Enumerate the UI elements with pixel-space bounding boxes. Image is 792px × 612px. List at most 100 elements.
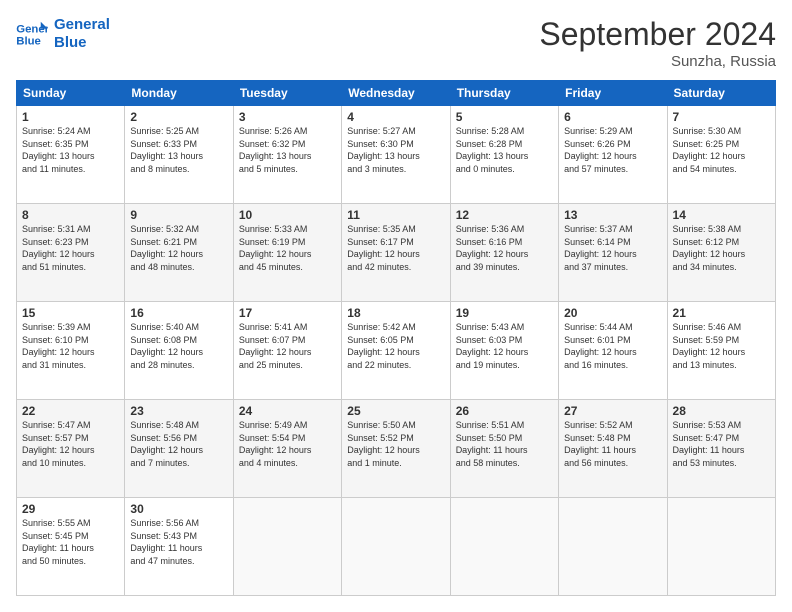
- day-info: Sunrise: 5:26 AMSunset: 6:32 PMDaylight:…: [239, 125, 336, 175]
- day-number: 12: [456, 208, 553, 222]
- day-number: 5: [456, 110, 553, 124]
- calendar-cell: 7Sunrise: 5:30 AMSunset: 6:25 PMDaylight…: [667, 106, 775, 204]
- day-number: 19: [456, 306, 553, 320]
- calendar-cell: 21Sunrise: 5:46 AMSunset: 5:59 PMDayligh…: [667, 302, 775, 400]
- calendar-week-row: 1Sunrise: 5:24 AMSunset: 6:35 PMDaylight…: [17, 106, 776, 204]
- calendar-cell: 29Sunrise: 5:55 AMSunset: 5:45 PMDayligh…: [17, 498, 125, 596]
- calendar-cell: 22Sunrise: 5:47 AMSunset: 5:57 PMDayligh…: [17, 400, 125, 498]
- col-saturday: Saturday: [667, 81, 775, 106]
- day-number: 18: [347, 306, 444, 320]
- logo-line2: Blue: [54, 34, 110, 52]
- calendar-cell: 30Sunrise: 5:56 AMSunset: 5:43 PMDayligh…: [125, 498, 233, 596]
- calendar-cell: 14Sunrise: 5:38 AMSunset: 6:12 PMDayligh…: [667, 204, 775, 302]
- day-info: Sunrise: 5:29 AMSunset: 6:26 PMDaylight:…: [564, 125, 661, 175]
- day-info: Sunrise: 5:27 AMSunset: 6:30 PMDaylight:…: [347, 125, 444, 175]
- calendar-cell: [342, 498, 450, 596]
- day-number: 27: [564, 404, 661, 418]
- day-number: 1: [22, 110, 119, 124]
- calendar-week-row: 29Sunrise: 5:55 AMSunset: 5:45 PMDayligh…: [17, 498, 776, 596]
- calendar-cell: [559, 498, 667, 596]
- calendar-cell: 17Sunrise: 5:41 AMSunset: 6:07 PMDayligh…: [233, 302, 341, 400]
- day-number: 6: [564, 110, 661, 124]
- day-info: Sunrise: 5:46 AMSunset: 5:59 PMDaylight:…: [673, 321, 770, 371]
- calendar-cell: 4Sunrise: 5:27 AMSunset: 6:30 PMDaylight…: [342, 106, 450, 204]
- calendar-cell: 16Sunrise: 5:40 AMSunset: 6:08 PMDayligh…: [125, 302, 233, 400]
- day-info: Sunrise: 5:28 AMSunset: 6:28 PMDaylight:…: [456, 125, 553, 175]
- calendar-table: Sunday Monday Tuesday Wednesday Thursday…: [16, 80, 776, 596]
- day-number: 15: [22, 306, 119, 320]
- day-number: 26: [456, 404, 553, 418]
- calendar-cell: 20Sunrise: 5:44 AMSunset: 6:01 PMDayligh…: [559, 302, 667, 400]
- calendar-cell: 23Sunrise: 5:48 AMSunset: 5:56 PMDayligh…: [125, 400, 233, 498]
- day-info: Sunrise: 5:41 AMSunset: 6:07 PMDaylight:…: [239, 321, 336, 371]
- calendar-cell: 8Sunrise: 5:31 AMSunset: 6:23 PMDaylight…: [17, 204, 125, 302]
- day-info: Sunrise: 5:31 AMSunset: 6:23 PMDaylight:…: [22, 223, 119, 273]
- day-number: 29: [22, 502, 119, 516]
- day-info: Sunrise: 5:39 AMSunset: 6:10 PMDaylight:…: [22, 321, 119, 371]
- day-number: 7: [673, 110, 770, 124]
- calendar-cell: 25Sunrise: 5:50 AMSunset: 5:52 PMDayligh…: [342, 400, 450, 498]
- calendar-cell: 28Sunrise: 5:53 AMSunset: 5:47 PMDayligh…: [667, 400, 775, 498]
- day-info: Sunrise: 5:50 AMSunset: 5:52 PMDaylight:…: [347, 419, 444, 469]
- calendar-cell: 2Sunrise: 5:25 AMSunset: 6:33 PMDaylight…: [125, 106, 233, 204]
- day-number: 24: [239, 404, 336, 418]
- col-monday: Monday: [125, 81, 233, 106]
- day-info: Sunrise: 5:38 AMSunset: 6:12 PMDaylight:…: [673, 223, 770, 273]
- svg-text:Blue: Blue: [16, 36, 41, 48]
- calendar-cell: [233, 498, 341, 596]
- col-tuesday: Tuesday: [233, 81, 341, 106]
- calendar-cell: 26Sunrise: 5:51 AMSunset: 5:50 PMDayligh…: [450, 400, 558, 498]
- day-info: Sunrise: 5:43 AMSunset: 6:03 PMDaylight:…: [456, 321, 553, 371]
- col-wednesday: Wednesday: [342, 81, 450, 106]
- day-info: Sunrise: 5:47 AMSunset: 5:57 PMDaylight:…: [22, 419, 119, 469]
- day-info: Sunrise: 5:36 AMSunset: 6:16 PMDaylight:…: [456, 223, 553, 273]
- day-info: Sunrise: 5:33 AMSunset: 6:19 PMDaylight:…: [239, 223, 336, 273]
- day-info: Sunrise: 5:44 AMSunset: 6:01 PMDaylight:…: [564, 321, 661, 371]
- day-info: Sunrise: 5:25 AMSunset: 6:33 PMDaylight:…: [130, 125, 227, 175]
- day-number: 22: [22, 404, 119, 418]
- day-number: 3: [239, 110, 336, 124]
- calendar-header-row: Sunday Monday Tuesday Wednesday Thursday…: [17, 81, 776, 106]
- logo-icon: General Blue: [16, 20, 48, 48]
- title-block: September 2024 Sunzha, Russia: [539, 16, 776, 70]
- calendar-cell: 6Sunrise: 5:29 AMSunset: 6:26 PMDaylight…: [559, 106, 667, 204]
- day-info: Sunrise: 5:42 AMSunset: 6:05 PMDaylight:…: [347, 321, 444, 371]
- day-number: 16: [130, 306, 227, 320]
- day-info: Sunrise: 5:40 AMSunset: 6:08 PMDaylight:…: [130, 321, 227, 371]
- calendar-week-row: 8Sunrise: 5:31 AMSunset: 6:23 PMDaylight…: [17, 204, 776, 302]
- day-number: 11: [347, 208, 444, 222]
- page: General Blue General Blue September 2024…: [0, 0, 792, 612]
- day-info: Sunrise: 5:48 AMSunset: 5:56 PMDaylight:…: [130, 419, 227, 469]
- day-number: 14: [673, 208, 770, 222]
- calendar-cell: [667, 498, 775, 596]
- day-number: 25: [347, 404, 444, 418]
- day-number: 2: [130, 110, 227, 124]
- calendar-cell: 3Sunrise: 5:26 AMSunset: 6:32 PMDaylight…: [233, 106, 341, 204]
- calendar-cell: 24Sunrise: 5:49 AMSunset: 5:54 PMDayligh…: [233, 400, 341, 498]
- day-number: 20: [564, 306, 661, 320]
- day-number: 23: [130, 404, 227, 418]
- day-info: Sunrise: 5:35 AMSunset: 6:17 PMDaylight:…: [347, 223, 444, 273]
- day-info: Sunrise: 5:30 AMSunset: 6:25 PMDaylight:…: [673, 125, 770, 175]
- calendar-cell: 9Sunrise: 5:32 AMSunset: 6:21 PMDaylight…: [125, 204, 233, 302]
- day-info: Sunrise: 5:56 AMSunset: 5:43 PMDaylight:…: [130, 517, 227, 567]
- day-number: 4: [347, 110, 444, 124]
- col-sunday: Sunday: [17, 81, 125, 106]
- logo-line1: General: [54, 16, 110, 34]
- calendar-cell: 10Sunrise: 5:33 AMSunset: 6:19 PMDayligh…: [233, 204, 341, 302]
- day-info: Sunrise: 5:49 AMSunset: 5:54 PMDaylight:…: [239, 419, 336, 469]
- calendar-cell: 13Sunrise: 5:37 AMSunset: 6:14 PMDayligh…: [559, 204, 667, 302]
- location-subtitle: Sunzha, Russia: [539, 53, 776, 70]
- day-number: 21: [673, 306, 770, 320]
- day-number: 17: [239, 306, 336, 320]
- calendar-cell: 5Sunrise: 5:28 AMSunset: 6:28 PMDaylight…: [450, 106, 558, 204]
- logo: General Blue General Blue: [16, 16, 110, 52]
- calendar-cell: [450, 498, 558, 596]
- calendar-week-row: 15Sunrise: 5:39 AMSunset: 6:10 PMDayligh…: [17, 302, 776, 400]
- calendar-week-row: 22Sunrise: 5:47 AMSunset: 5:57 PMDayligh…: [17, 400, 776, 498]
- day-number: 13: [564, 208, 661, 222]
- calendar-cell: 18Sunrise: 5:42 AMSunset: 6:05 PMDayligh…: [342, 302, 450, 400]
- day-number: 30: [130, 502, 227, 516]
- calendar-cell: 15Sunrise: 5:39 AMSunset: 6:10 PMDayligh…: [17, 302, 125, 400]
- day-info: Sunrise: 5:24 AMSunset: 6:35 PMDaylight:…: [22, 125, 119, 175]
